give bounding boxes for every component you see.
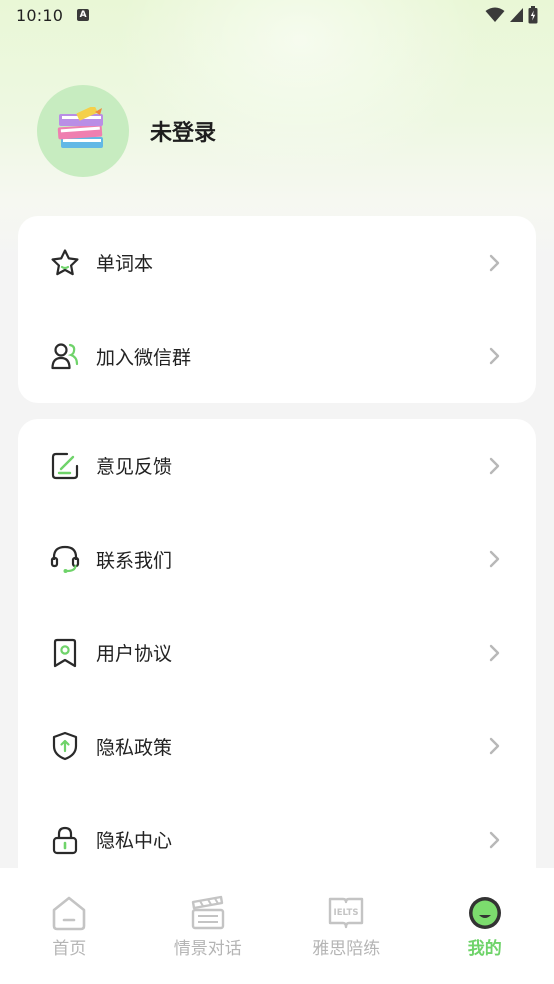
tab-label: 首页 [52,939,87,959]
lock-icon [49,824,81,856]
menu-item-feedback[interactable]: 意见反馈 [18,419,536,513]
menu-item-label: 隐私政策 [96,736,173,759]
feedback-icon [49,450,81,482]
chevron-right-icon [489,254,500,271]
chevron-right-icon [489,348,500,365]
menu-card-secondary: 意见反馈 联系我们 用户协议 隐私政策 隐私中心 [18,419,536,889]
signal-icon [510,8,523,22]
menu-item-wechat-group[interactable]: 加入微信群 [18,310,536,404]
group-icon [49,340,81,372]
profile-header[interactable]: 未登录 [37,85,216,177]
avatar[interactable] [37,85,129,177]
menu-item-label: 单词本 [96,253,154,276]
profile-name[interactable]: 未登录 [150,115,216,147]
tab-label: 雅思陪练 [312,939,381,959]
tab-label: 我的 [467,939,502,959]
tab-scenario-dialogue[interactable]: 情景对话 [139,868,278,984]
wifi-icon [485,7,505,22]
status-bar: 10:10 A [0,0,554,30]
shield-icon [49,730,81,762]
chevron-right-icon [489,644,500,661]
app-screen: 10:10 A 未登录 单词本 加入微信群 意见反馈 联系我们 用户协议 隐私政… [0,0,554,984]
menu-item-label: 意见反馈 [96,456,173,479]
menu-card-primary: 单词本 加入微信群 [18,216,536,403]
status-indicators [485,6,538,24]
chevron-right-icon [489,457,500,474]
chevron-right-icon [489,551,500,568]
battery-icon [528,6,538,24]
bottom-tab-bar: 首页 情景对话 IELTS 雅思陪练 我的 [0,868,554,984]
menu-item-wordbook[interactable]: 单词本 [18,216,536,310]
ielts-book-icon: IELTS [326,893,366,933]
books-icon [57,107,103,148]
bookmark-icon [49,637,81,669]
tab-mine[interactable]: 我的 [416,868,554,984]
tab-home[interactable]: 首页 [0,868,139,984]
menu-item-user-agreement[interactable]: 用户协议 [18,606,536,700]
menu-item-label: 加入微信群 [96,346,192,369]
notification-icon: A [77,9,90,21]
menu-item-label: 用户协议 [96,643,173,666]
menu-item-label: 隐私中心 [96,830,173,853]
menu-item-label: 联系我们 [96,549,173,572]
clapperboard-icon [188,893,228,933]
status-time: 10:10 [16,5,64,25]
star-icon [49,247,81,279]
menu-item-privacy-policy[interactable]: 隐私政策 [18,700,536,794]
svg-text:IELTS: IELTS [334,908,359,918]
tab-ielts-practice[interactable]: IELTS 雅思陪练 [277,868,416,984]
chevron-right-icon [489,831,500,848]
menu-item-contact[interactable]: 联系我们 [18,513,536,607]
home-icon [49,893,89,933]
profile-face-icon [465,893,505,933]
tab-label: 情景对话 [173,939,242,959]
headset-icon [49,543,81,575]
chevron-right-icon [489,738,500,755]
